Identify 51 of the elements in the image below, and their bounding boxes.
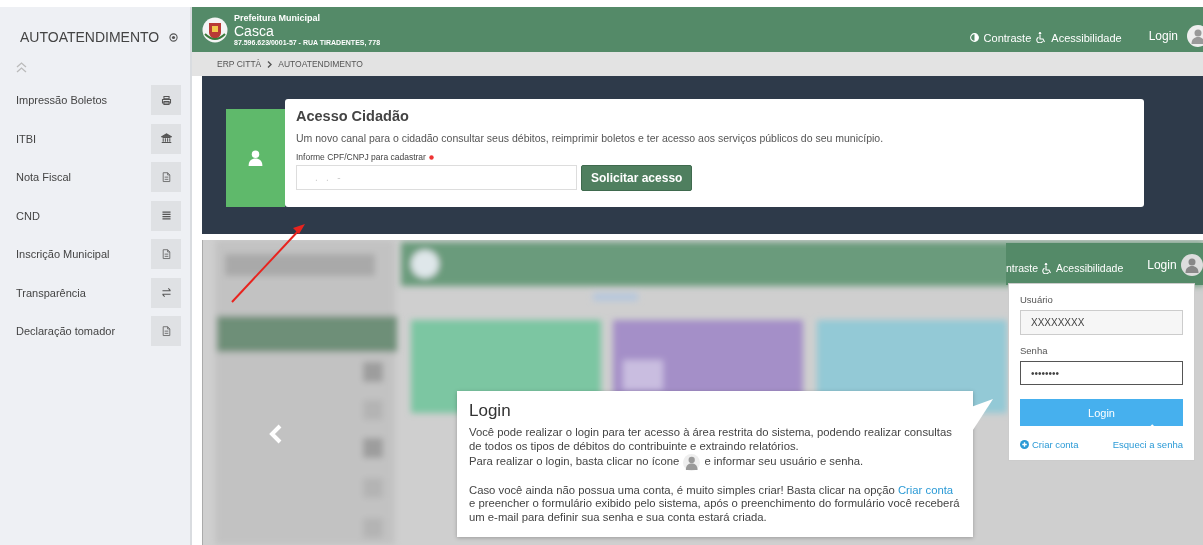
sidebar-item[interactable]: Transparência (16, 286, 86, 299)
sidebar-item[interactable]: Inscrição Municipal (16, 248, 110, 260)
plus-circle-icon (1020, 440, 1029, 449)
coat-of-arms-icon (202, 16, 228, 43)
card-description: Um novo canal para o cidadão consultar seus débitos, reimprimir boletos e ter acesso aos serviços públicos do seu município. (296, 132, 885, 144)
avatar-icon[interactable] (1187, 24, 1203, 47)
breadcrumb-link[interactable]: ERP CITTÀ (217, 59, 262, 69)
sidebar-icon-button[interactable] (151, 85, 181, 115)
sidebar-item[interactable]: Nota Fiscal (16, 171, 72, 183)
password-field[interactable]: •••••••• (1020, 360, 1183, 386)
wheelchair-icon[interactable] (1036, 32, 1047, 43)
target-icon[interactable] (169, 32, 178, 42)
user-icon (247, 148, 264, 168)
cpf-cnpj-field[interactable]: . . - (296, 165, 577, 190)
callout-intro-text: Você pode realizar o login para ter acesso à área restrita do sistema, podendo realizar consultas de todos os tipos de débitos do contribuinte e extraindo relatórios. (469, 426, 953, 454)
org-label: Prefeitura Municipal (234, 13, 322, 23)
avatar-icon (1180, 254, 1203, 276)
sidebar-item[interactable]: ITBI (16, 132, 37, 145)
callout-title: Login (469, 401, 512, 421)
username-label: Usuário (1020, 294, 1054, 305)
sidebar-item[interactable]: CND (16, 209, 40, 222)
instruction-text: e informar seu usuário e senha. (704, 455, 864, 469)
breadcrumb-current: AUTOATENDIMENTO (278, 59, 363, 69)
sidebar-icon-button[interactable] (151, 200, 181, 231)
signup-text: Caso você ainda não possua uma conta, é muito simples criar! Basta clicar na opção Criar conta e preencher o formulário exibido pelo sistema, após o preenchimento do formulário você receberá um e-mail para definir sua senha e sua conta estará criada. (469, 483, 961, 525)
document-icon (160, 325, 172, 337)
chevron-left-icon[interactable] (269, 424, 283, 444)
document-icon (160, 248, 172, 260)
bank-icon (160, 133, 172, 144)
sidebar-item[interactable]: Declaração tomador (16, 325, 116, 337)
sidebar-item[interactable]: Impressão Boletos (16, 94, 108, 106)
list-icon (160, 210, 172, 221)
instruction-text: Para realizar o login, basta clicar no ícone (469, 455, 680, 469)
contrast-icon[interactable] (969, 33, 979, 42)
transfer-icon (160, 287, 172, 298)
wheelchair-icon (1042, 262, 1053, 274)
password-label: Senha (1020, 344, 1049, 356)
document-icon (160, 171, 172, 183)
request-access-button[interactable]: Solicitar acesso (581, 165, 693, 191)
user-avatar-icon (683, 453, 701, 471)
sidebar-icon-button[interactable] (151, 123, 181, 154)
card-title: Acesso Cidadão (296, 108, 410, 124)
username-field[interactable]: XXXXXXXX (1020, 310, 1183, 335)
printer-icon (160, 94, 172, 106)
sidebar-title: AUTOATENDIMENTO (20, 29, 160, 45)
login-link[interactable]: Login (1148, 28, 1178, 43)
contrast-link[interactable]: Contraste (983, 31, 1032, 44)
field-label: Informe CPF/CNPJ para cadastrar (296, 152, 426, 162)
sidebar-icon-button[interactable] (151, 277, 181, 308)
accessibility-link[interactable]: Acessibilidade (1051, 31, 1122, 44)
city-name: Casca (234, 23, 275, 38)
